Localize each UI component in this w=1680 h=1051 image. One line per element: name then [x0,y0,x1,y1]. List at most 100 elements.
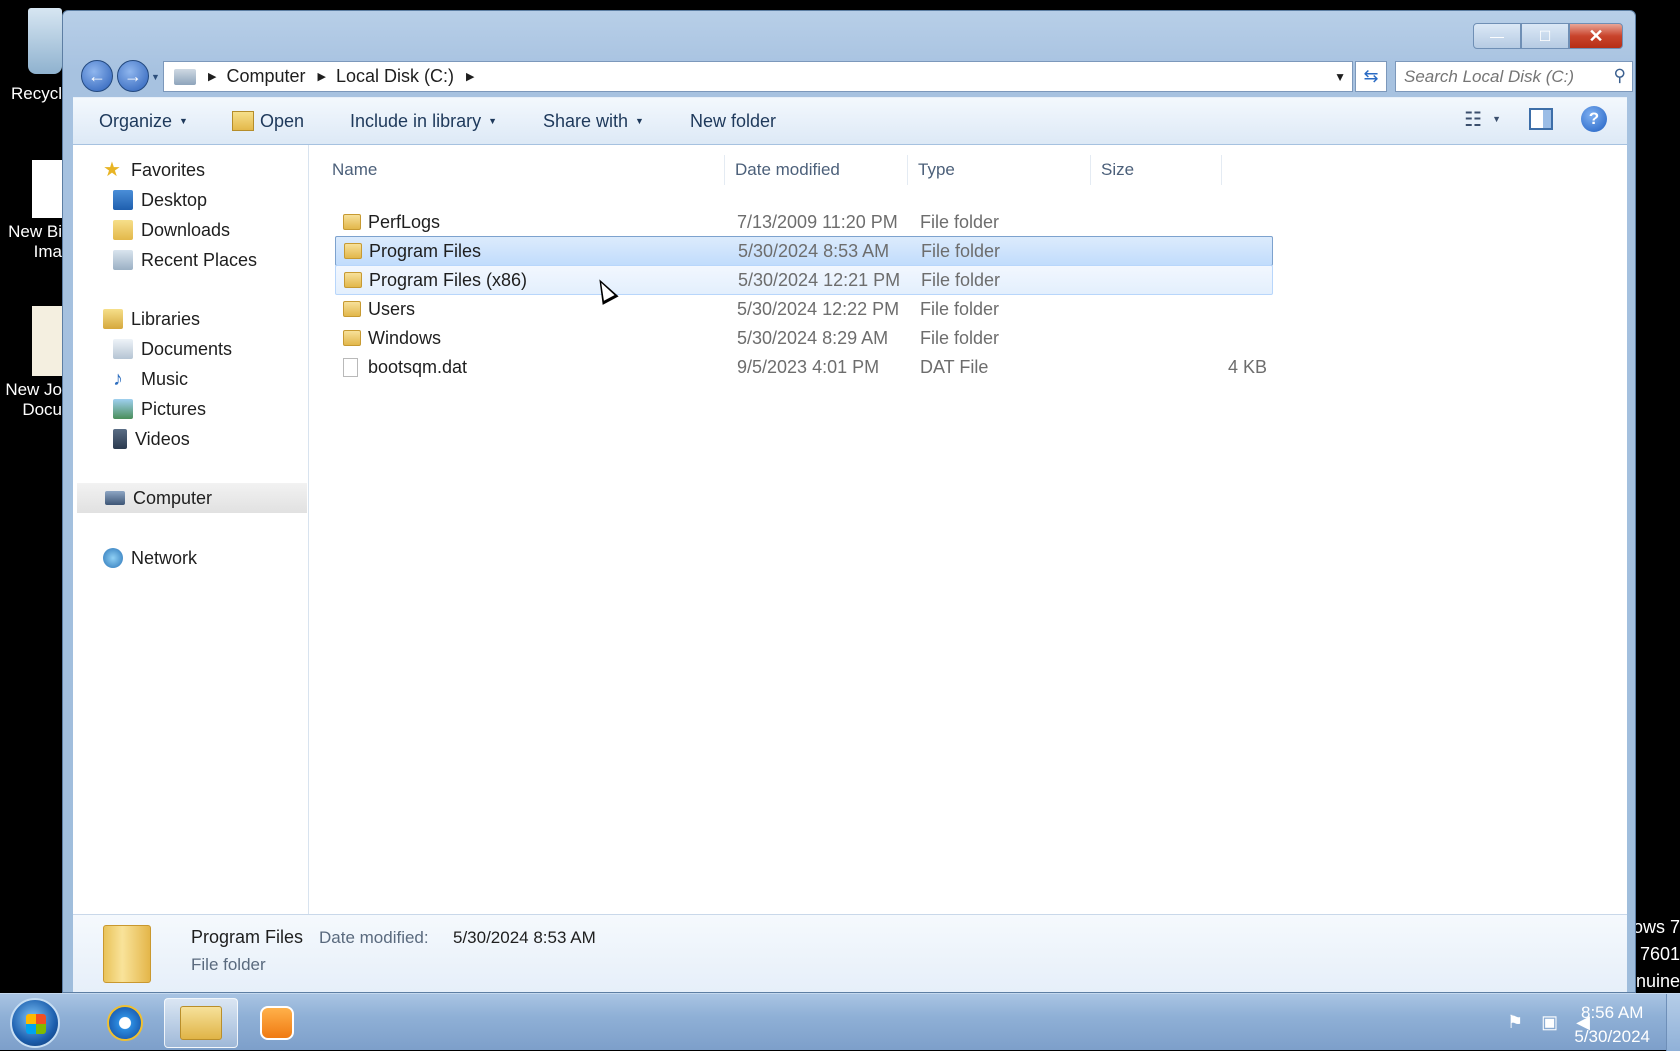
column-header-type[interactable]: Type [909,155,1091,185]
network-icon [103,548,123,568]
sidebar-item-network[interactable]: Network [103,543,197,573]
file-date: 5/30/2024 8:53 AM [738,240,890,261]
file-name: Program Files [369,240,482,261]
file-name: Windows [368,327,442,348]
details-type: File folder [191,955,266,974]
computer-icon [105,491,125,505]
column-header-date-modified[interactable]: Date modified [726,155,908,185]
breadcrumb-separator-icon[interactable]: ▶ [466,70,474,83]
folder-icon [343,330,361,346]
column-header-label: Type [918,160,955,179]
new-folder-button[interactable]: New folder [690,106,776,136]
close-button[interactable]: ✕ [1569,23,1623,49]
details-name: Program Files [191,927,304,947]
column-header-size[interactable]: Size [1092,155,1222,185]
sidebar-item-computer[interactable]: Computer [77,483,307,513]
sidebar-item-videos[interactable]: Videos [113,424,190,454]
sidebar-item-desktop[interactable]: Desktop [113,185,207,215]
folder-icon [344,272,362,288]
documents-icon [113,339,133,359]
file-type: File folder [920,298,1000,319]
desktop-icon-label: Docu [22,400,62,419]
computer-location-icon [174,68,196,85]
refresh-button[interactable]: ⇆ [1355,61,1387,92]
minimize-button[interactable]: — [1473,23,1521,49]
sidebar-item-favorites[interactable]: ★ Favorites [103,155,205,185]
desktop-icon-label: Ima [33,242,62,261]
folder-icon [343,214,361,230]
start-button[interactable] [10,998,60,1048]
preview-pane-button[interactable] [1529,108,1553,130]
recent-pages-dropdown-icon[interactable]: ▼ [151,72,160,82]
file-date: 5/30/2024 8:29 AM [737,327,889,348]
media-player-icon [260,1006,294,1040]
address-bar[interactable]: ▶ Computer ▶ Local Disk (C:) ▶ ▼ [163,61,1353,92]
search-box[interactable]: ⚲ [1395,61,1633,92]
file-row-bootsqm[interactable]: bootsqm.dat 9/5/2023 4:01 PM DAT File 4 … [335,352,1273,382]
file-date: 7/13/2009 11:20 PM [737,211,898,232]
videos-icon [113,429,127,449]
sidebar-item-label: Libraries [131,308,201,329]
recent-places-icon [113,250,133,270]
folder-icon [103,925,151,983]
help-button[interactable]: ? [1581,106,1607,132]
breadcrumb-separator-icon[interactable]: ▶ [208,70,216,83]
sidebar-item-downloads[interactable]: Downloads [113,215,230,245]
sidebar-item-recent-places[interactable]: Recent Places [113,245,257,275]
taskbar-clock[interactable]: 8:56 AM 5/30/2024 [1574,1001,1650,1049]
taskbar-windows-explorer[interactable] [164,998,238,1048]
desktop-icon-bitmap[interactable]: New Bi Ima [0,160,62,262]
sidebar-item-label: Downloads [141,219,231,240]
sidebar-item-pictures[interactable]: Pictures [113,394,206,424]
details-pane: Program Files Date modified: 5/30/2024 8… [73,914,1627,992]
view-details-icon: ☷ [1464,108,1483,131]
open-button[interactable]: Open [231,106,304,136]
internet-explorer-icon [107,1005,143,1041]
file-type: DAT File [920,356,989,377]
folder-icon [343,301,361,317]
search-input[interactable] [1396,62,1596,91]
search-icon[interactable]: ⚲ [1614,66,1626,86]
file-name: Users [368,298,416,319]
refresh-icon: ⇆ [1363,66,1379,86]
clock-time: 8:56 AM [1580,1003,1644,1022]
watermark-line: nuine [1635,971,1680,991]
file-name: bootsqm.dat [368,356,468,377]
file-row-users[interactable]: Users 5/30/2024 12:22 PM File folder [335,294,1273,324]
address-history-dropdown-icon[interactable]: ▼ [1334,70,1346,84]
breadcrumb-separator-icon[interactable]: ▶ [318,70,326,83]
file-row-program-files[interactable]: Program Files 5/30/2024 8:53 AM File fol… [335,236,1273,266]
forward-button[interactable]: → [117,60,149,92]
file-row-program-files-x86[interactable]: Program Files (x86) 5/30/2024 12:21 PM F… [335,265,1273,295]
breadcrumb-local-disk[interactable]: Local Disk (C:) [336,66,454,87]
network-disconnected-icon[interactable]: ▣ [1541,1012,1558,1033]
action-center-flag-icon[interactable]: ⚑ [1507,1012,1523,1033]
sidebar-item-documents[interactable]: Documents [113,334,232,364]
taskbar-internet-explorer[interactable] [88,998,162,1048]
command-bar: Organize ▼ Open Include in library ▼ Share… [73,97,1627,144]
chevron-down-icon: ▼ [488,116,497,126]
share-with-button[interactable]: Share with ▼ [543,106,644,136]
sidebar-item-libraries[interactable]: Libraries [103,304,200,334]
taskbar-media-player[interactable] [240,998,314,1048]
file-row-perflogs[interactable]: PerfLogs 7/13/2009 11:20 PM File folder [335,207,1273,237]
show-desktop-button[interactable] [1666,994,1680,1051]
breadcrumb-computer[interactable]: Computer [226,66,305,87]
organize-button[interactable]: Organize ▼ [99,106,188,136]
back-button[interactable]: ← [81,60,113,92]
watermark-line: ows 7 [1632,917,1680,937]
column-header-label: Date modified [735,160,840,179]
details-date-label: Date modified: [319,928,429,947]
pictures-icon [113,399,133,419]
file-row-windows[interactable]: Windows 5/30/2024 8:29 AM File folder [335,323,1273,353]
desktop-icon-journal[interactable]: New Jo Docu [0,306,62,420]
windows-explorer-icon [180,1006,222,1040]
change-view-button[interactable]: ☷ ▼ [1464,107,1501,132]
star-icon: ★ [103,159,121,181]
include-in-library-button[interactable]: Include in library ▼ [350,106,497,136]
column-header-name[interactable]: Name [323,155,725,185]
sidebar-item-label: Documents [141,338,233,359]
desktop-icon-recycle-bin[interactable]: Recycl [0,8,62,104]
sidebar-item-music[interactable]: ♪ Music [113,364,188,394]
maximize-button[interactable]: ☐ [1521,23,1569,49]
